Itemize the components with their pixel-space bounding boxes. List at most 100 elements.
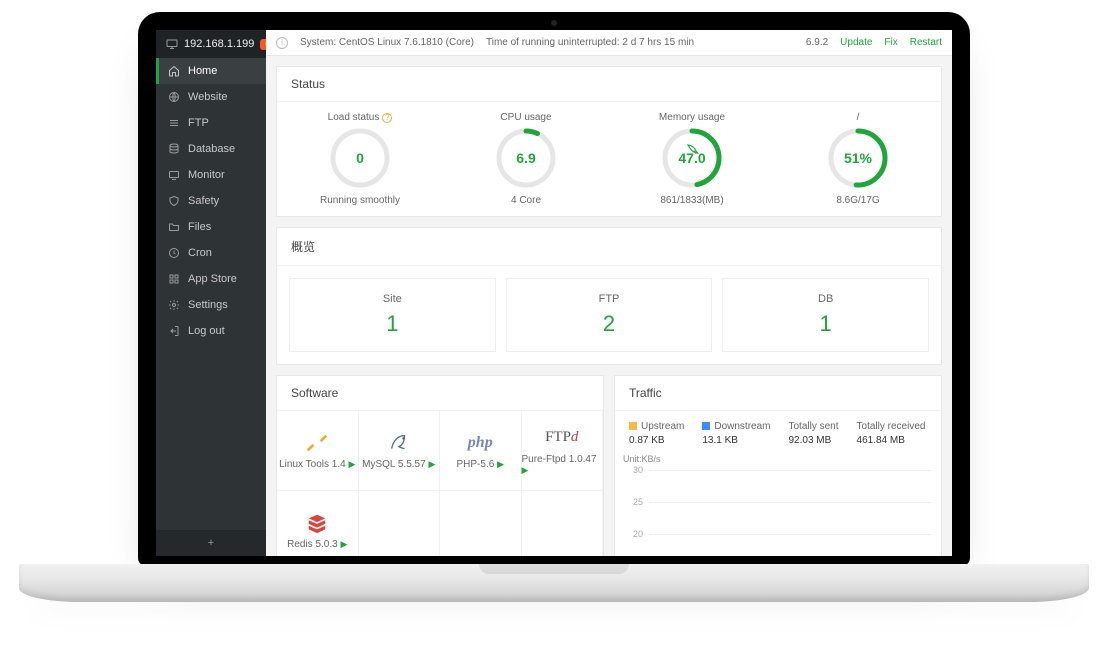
overview-card-label: Site: [383, 293, 402, 305]
update-link[interactable]: Update: [840, 37, 872, 48]
sidebar-item-label: Monitor: [188, 169, 225, 181]
legend-value: 92.03 MB: [789, 435, 839, 446]
sidebar-item-label: Home: [188, 65, 217, 77]
sidebar-item-database[interactable]: Database: [156, 136, 266, 162]
software-empty: [359, 491, 441, 556]
software-item[interactable]: Redis 5.0.3 ▶: [277, 491, 359, 556]
overview-card-value: 1: [386, 311, 398, 337]
gauge-title: CPU usage: [500, 112, 551, 123]
laptop-frame: 192.168.1.199 0 Home WebsiteFTPDatabase Mo…: [138, 12, 970, 566]
software-empty: [440, 491, 522, 556]
gauge-value: 47.0: [661, 127, 723, 189]
software-name: PHP-5.6 ▶: [457, 459, 505, 470]
topbar-uptime-label: Time of running uninterrupted:: [486, 37, 620, 48]
sidebar-item-safety[interactable]: Safety: [156, 188, 266, 214]
gauge-title: Load status?: [328, 112, 393, 123]
grid-icon: [168, 273, 180, 285]
overview-title: 概览: [277, 228, 941, 265]
database-icon: [168, 143, 180, 155]
gauge-value: 6.9: [495, 127, 557, 189]
exit-icon: [168, 325, 180, 337]
sidebar-item-log-out[interactable]: Log out: [156, 318, 266, 344]
overview-card-db[interactable]: DB 1: [722, 278, 929, 352]
sidebar-item-label: Safety: [188, 195, 219, 207]
overview-card-site[interactable]: Site 1: [289, 278, 496, 352]
legend-value: 13.1 KB: [702, 435, 770, 446]
overview-card-ftp[interactable]: FTP2: [506, 278, 713, 352]
content: Status Load status? 0 Running smoothly CPU …: [266, 56, 952, 556]
traffic-legend-item: Totally received461.84 MB: [857, 421, 926, 446]
redis-icon: [306, 511, 328, 535]
software-panel: Software Linux Tools 1.4 ▶ MySQL 5.5.57 ▶…: [276, 375, 604, 556]
play-icon: ▶: [348, 459, 355, 469]
software-item[interactable]: phpPHP-5.6 ▶: [440, 411, 522, 491]
legend-swatch: [702, 422, 710, 430]
status-panel: Status Load status? 0 Running smoothly CPU …: [276, 66, 942, 217]
software-name: Pure-Ftpd 1.0.47 ▶: [522, 454, 603, 476]
play-icon: ▶: [522, 465, 529, 475]
fix-link[interactable]: Fix: [884, 37, 897, 48]
play-icon: ▶: [340, 539, 347, 549]
software-name: Redis 5.0.3 ▶: [287, 539, 347, 550]
gauge-value: 0: [329, 127, 391, 189]
topbar-system-value: CentOS Linux 7.6.1810 (Core): [339, 37, 474, 48]
chart-ytick: 25: [623, 497, 643, 507]
software-item[interactable]: FTPdPure-Ftpd 1.0.47 ▶: [522, 411, 604, 491]
overview-card-label: DB: [818, 293, 833, 305]
gauge-ring: 6.9: [495, 127, 557, 189]
tools-icon: [306, 431, 328, 455]
play-icon: ▶: [428, 459, 435, 469]
gauge[interactable]: /51%8.6G/17G: [775, 102, 941, 216]
monitor-icon: [168, 169, 180, 181]
sidebar-add-button[interactable]: +: [156, 530, 266, 556]
legend-value: 0.87 KB: [629, 435, 684, 446]
mysql-icon: [386, 431, 412, 455]
legend-label: Totally sent: [789, 421, 839, 432]
sidebar-item-label: App Store: [188, 273, 237, 285]
software-item[interactable]: MySQL 5.5.57 ▶: [359, 411, 441, 491]
sidebar-nav: Home WebsiteFTPDatabase Monitor Safety Files…: [156, 58, 266, 530]
gauge-subtext: Running smoothly: [320, 195, 400, 206]
overview-cards: Site 1 FTP2 DB 1: [277, 265, 941, 364]
gauge-ring: 51%: [827, 127, 889, 189]
traffic-chart: Unit:KB/s 30252015: [615, 456, 941, 556]
gauge[interactable]: Memory usage47.0861/1833(MB): [609, 102, 775, 216]
sidebar-item-files[interactable]: Files: [156, 214, 266, 240]
bottom-row: Software Linux Tools 1.4 ▶ MySQL 5.5.57 ▶…: [276, 375, 942, 556]
legend-swatch: [629, 422, 637, 430]
help-icon[interactable]: ?: [382, 113, 392, 123]
globe-icon: [168, 91, 180, 103]
legend-label: Downstream: [702, 421, 770, 432]
gauge-row: Load status? 0 Running smoothly CPU usage 6.…: [277, 101, 941, 216]
sidebar-item-website[interactable]: Website: [156, 84, 266, 110]
sidebar-item-home[interactable]: Home: [156, 58, 266, 84]
overview-card-value: 1: [820, 311, 832, 337]
sidebar-item-label: Files: [188, 221, 211, 233]
gauge-ring: 0: [329, 127, 391, 189]
chart-gridline: [649, 502, 931, 503]
gauge[interactable]: Load status? 0 Running smoothly: [277, 102, 443, 216]
gauge[interactable]: CPU usage6.94 Core: [443, 102, 609, 216]
topbar-uptime-value: 2 d 7 hrs 15 min: [622, 37, 694, 48]
gauge-subtext: 861/1833(MB): [660, 195, 723, 206]
traffic-legend-item: Upstream0.87 KB: [629, 421, 684, 446]
software-name: Linux Tools 1.4 ▶: [279, 459, 355, 470]
sidebar-item-app-store[interactable]: App Store: [156, 266, 266, 292]
sidebar-item-cron[interactable]: Cron: [156, 240, 266, 266]
gauge-title: /: [857, 112, 860, 123]
chart-ytick: 20: [623, 529, 643, 539]
gear-icon: [168, 299, 180, 311]
sidebar-item-settings[interactable]: Settings: [156, 292, 266, 318]
sidebar-item-ftp[interactable]: FTP: [156, 110, 266, 136]
main: i System: CentOS Linux 7.6.1810 (Core) T…: [266, 30, 952, 556]
status-title: Status: [277, 67, 941, 101]
traffic-legend: Upstream0.87 KB Downstream 13.1 KB Totally …: [615, 410, 941, 456]
laptop-base: [19, 564, 1089, 602]
topbar-system-label: System:: [300, 37, 336, 48]
software-item[interactable]: Linux Tools 1.4 ▶: [277, 411, 359, 491]
sidebar: 192.168.1.199 0 Home WebsiteFTPDatabase Mo…: [156, 30, 266, 556]
software-title: Software: [277, 376, 603, 410]
sidebar-header: 192.168.1.199 0: [156, 30, 266, 58]
sidebar-item-monitor[interactable]: Monitor: [156, 162, 266, 188]
restart-link[interactable]: Restart: [910, 37, 942, 48]
